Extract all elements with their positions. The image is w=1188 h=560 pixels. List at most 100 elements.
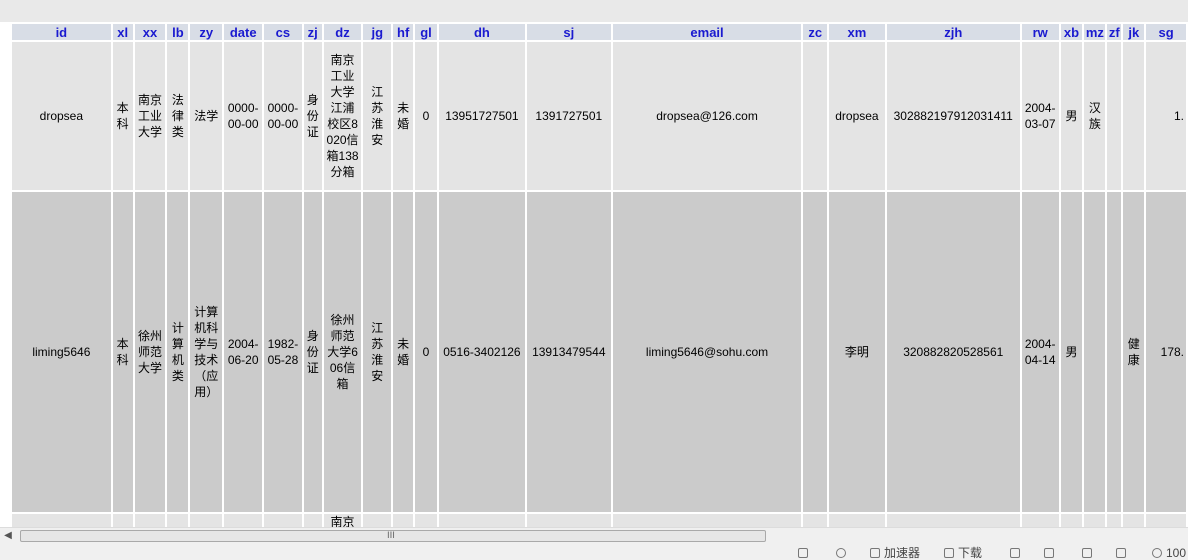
cell-dh: 0516-3402126 xyxy=(438,192,525,512)
cell-email: dropsea@126.com xyxy=(612,42,802,190)
cell-sj xyxy=(526,514,611,527)
cell-jg: 江苏淮安 xyxy=(363,42,392,190)
column-header-sg[interactable]: sg xyxy=(1146,24,1186,40)
cell-sg: 178. xyxy=(1146,192,1186,512)
cell-dh: 13951727501 xyxy=(438,42,525,190)
horizontal-scrollbar[interactable]: ◀ III xyxy=(0,527,1188,545)
scrollbar-track[interactable]: III xyxy=(16,529,1184,543)
cell-zc xyxy=(803,192,828,512)
window-icon[interactable] xyxy=(1082,546,1096,560)
cell-rw: 2004-04-14 xyxy=(1021,192,1059,512)
cell-xm: dropsea xyxy=(829,42,885,190)
cell-zj xyxy=(303,514,322,527)
theme-icon[interactable] xyxy=(1044,546,1058,560)
cell-jg xyxy=(363,514,392,527)
cell-dh xyxy=(438,514,525,527)
column-header-xm[interactable]: xm xyxy=(829,24,885,40)
column-header-mz[interactable]: mz xyxy=(1084,24,1106,40)
column-header-dz[interactable]: dz xyxy=(323,24,362,40)
window-top-band xyxy=(0,0,1188,22)
data-table: id xl xx lb zy date cs zj dz jg hf gl dh… xyxy=(10,22,1188,527)
column-header-zf[interactable]: zf xyxy=(1107,24,1122,40)
cell-hf xyxy=(393,514,414,527)
cell-email xyxy=(612,514,802,527)
column-header-gl[interactable]: gl xyxy=(415,24,437,40)
table-row: dropsea 本科 南京工业大学 法律类 法学 0000-00-00 0000… xyxy=(12,42,1186,190)
cell-zc xyxy=(803,42,828,190)
screenshot-icon[interactable] xyxy=(1010,546,1024,560)
column-header-rw[interactable]: rw xyxy=(1021,24,1059,40)
cell-zc xyxy=(803,514,828,527)
column-header-xb[interactable]: xb xyxy=(1060,24,1083,40)
column-header-sj[interactable]: sj xyxy=(526,24,611,40)
scrollbar-thumb[interactable]: III xyxy=(20,530,766,542)
zoom-control[interactable]: 100 xyxy=(1152,546,1188,560)
cell-jk xyxy=(1123,42,1145,190)
rocket-icon xyxy=(870,548,880,558)
cell-sj: 1391727501 xyxy=(526,42,611,190)
cell-xx: 徐州师范大学 xyxy=(134,192,166,512)
download-button[interactable]: 下载 xyxy=(944,546,994,560)
cell-xx xyxy=(134,514,166,527)
column-header-jg[interactable]: jg xyxy=(363,24,392,40)
cell-zy: 计算机科学与技术（应用） xyxy=(190,192,223,512)
cell-zf xyxy=(1107,192,1122,512)
cell-zy: 法学 xyxy=(190,42,223,190)
refresh-icon[interactable] xyxy=(836,546,850,560)
cell-cs xyxy=(264,514,302,527)
column-header-date[interactable]: date xyxy=(224,24,263,40)
zoom-icon xyxy=(1152,548,1162,558)
cell-zjh xyxy=(886,514,1020,527)
column-header-xl[interactable]: xl xyxy=(112,24,133,40)
cell-rw xyxy=(1021,514,1059,527)
cell-zf xyxy=(1107,514,1122,527)
cell-mz xyxy=(1084,514,1106,527)
accelerator-button[interactable]: 加速器 xyxy=(870,546,930,560)
column-header-zc[interactable]: zc xyxy=(803,24,828,40)
cell-id: liming5646 xyxy=(12,192,111,512)
cell-sg xyxy=(1146,514,1186,527)
cell-xb xyxy=(1060,514,1083,527)
cell-zj: 身份证 xyxy=(303,42,322,190)
speaker-icon[interactable] xyxy=(1116,546,1130,560)
cell-id: dropsea xyxy=(12,42,111,190)
download-label: 下载 xyxy=(958,546,983,560)
cell-mz: 汉族 xyxy=(1084,42,1106,190)
cell-xl xyxy=(112,514,133,527)
scrollbar-grip: III xyxy=(387,531,395,541)
column-header-lb[interactable]: lb xyxy=(167,24,189,40)
table-row: 南京 xyxy=(12,514,1186,527)
cell-dz: 徐州师范大学606信箱 xyxy=(323,192,362,512)
cell-xb: 男 xyxy=(1060,42,1083,190)
column-header-email[interactable]: email xyxy=(612,24,802,40)
column-header-zjh[interactable]: zjh xyxy=(886,24,1020,40)
column-header-jk[interactable]: jk xyxy=(1123,24,1145,40)
column-header-xx[interactable]: xx xyxy=(134,24,166,40)
column-header-zj[interactable]: zj xyxy=(303,24,322,40)
cell-mz xyxy=(1084,192,1106,512)
scroll-left-arrow-icon[interactable]: ◀ xyxy=(2,530,14,542)
cell-xm xyxy=(829,514,885,527)
cell-dz: 南京 xyxy=(323,514,362,527)
column-header-zy[interactable]: zy xyxy=(190,24,223,40)
column-header-cs[interactable]: cs xyxy=(264,24,302,40)
column-header-id[interactable]: id xyxy=(12,24,111,40)
header-row: id xl xx lb zy date cs zj dz jg hf gl dh… xyxy=(12,24,1186,40)
cell-date: 2004-06-20 xyxy=(224,192,263,512)
cell-xb: 男 xyxy=(1060,192,1083,512)
cell-cs: 0000-00-00 xyxy=(264,42,302,190)
cell-lb: 计算机类 xyxy=(167,192,189,512)
download-icon xyxy=(944,548,954,558)
table-viewport: id xl xx lb zy date cs zj dz jg hf gl dh… xyxy=(0,22,1188,527)
cell-rw: 2004-03-07 xyxy=(1021,42,1059,190)
cell-dz: 南京工业大学江浦校区8020信箱138分箱 xyxy=(323,42,362,190)
cell-lb xyxy=(167,514,189,527)
column-header-hf[interactable]: hf xyxy=(393,24,414,40)
cell-xx: 南京工业大学 xyxy=(134,42,166,190)
cell-xl: 本科 xyxy=(112,42,133,190)
column-header-dh[interactable]: dh xyxy=(438,24,525,40)
cell-jk xyxy=(1123,514,1145,527)
cell-jk: 健康 xyxy=(1123,192,1145,512)
phone-icon[interactable] xyxy=(798,546,810,560)
cell-date xyxy=(224,514,263,527)
